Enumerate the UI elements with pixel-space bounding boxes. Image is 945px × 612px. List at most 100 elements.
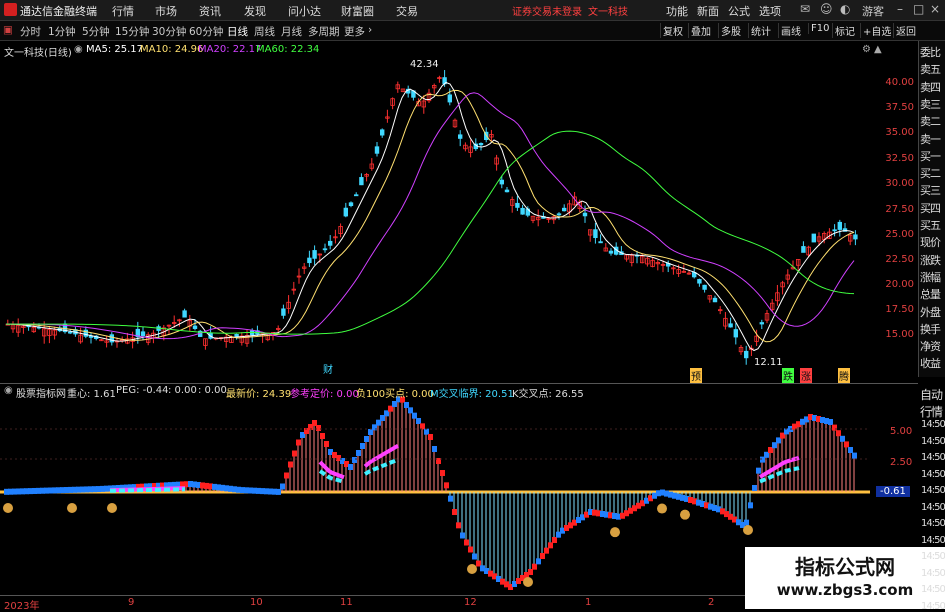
candle [728, 317, 733, 328]
osc-block [536, 558, 541, 565]
candle [177, 318, 182, 327]
quote-time-label: 14:50 [921, 551, 945, 562]
toolbar-f10[interactable]: F10 [808, 23, 831, 34]
price-tick: 22.50 [885, 254, 914, 265]
menu-wealth[interactable]: 财富圈 [341, 3, 374, 19]
candle [712, 295, 718, 303]
toolbar-stats[interactable]: 统计 [748, 23, 773, 38]
candle [203, 338, 208, 350]
toolbar-draw[interactable]: 画线 [778, 23, 803, 38]
osc-block [276, 488, 281, 495]
price-tick: 17.50 [885, 304, 914, 315]
candle [151, 330, 156, 344]
candle [645, 257, 650, 267]
period-multi[interactable]: 多周期 [308, 24, 340, 39]
legend-toggle-icon[interactable]: ◉ [74, 44, 83, 55]
chart-icon[interactable]: ▣ [3, 24, 13, 36]
candle [504, 186, 510, 193]
osc-block [296, 439, 301, 446]
menu-ask[interactable]: 问小达 [288, 3, 321, 19]
toolbar-overlay[interactable]: 叠加 [688, 23, 713, 38]
period-30min[interactable]: 30分钟 [152, 24, 186, 39]
candle [94, 335, 99, 341]
period-15min[interactable]: 15分钟 [115, 24, 149, 39]
menu-newpage[interactable]: 新面 [697, 3, 719, 19]
candle [530, 215, 536, 224]
menu-trade[interactable]: 交易 [396, 3, 418, 19]
osc-block [832, 424, 837, 431]
minimize-icon[interactable]: – [897, 2, 903, 16]
menu-quotes[interactable]: 行情 [112, 3, 134, 19]
candle [359, 173, 364, 186]
chevron-right-icon[interactable]: › [368, 24, 372, 36]
candle [301, 263, 307, 274]
time-tick: 2 [708, 597, 715, 608]
osc-block [744, 519, 749, 526]
candle [327, 235, 333, 250]
toolbar-multistock[interactable]: 多股 [718, 23, 743, 38]
menu-options[interactable]: 选项 [759, 3, 781, 19]
quote-label: 卖二 [920, 115, 941, 129]
moneybag-icon [467, 564, 477, 574]
candle [109, 332, 114, 346]
close-icon[interactable]: × [930, 2, 940, 16]
period-daily[interactable]: 日线 [227, 24, 248, 39]
time-tick: 9 [128, 597, 135, 608]
candle [385, 109, 390, 123]
candle [468, 139, 473, 158]
candle [671, 265, 676, 275]
quote-label: 买四 [920, 201, 941, 215]
price-tick: 32.50 [885, 153, 914, 164]
mail-icon[interactable]: ✉ [800, 2, 810, 16]
candle [218, 337, 224, 341]
menu-market[interactable]: 市场 [155, 3, 177, 19]
ma-line [6, 89, 855, 343]
toolbar-restore[interactable]: 复权 [660, 23, 685, 38]
osc-block [356, 450, 361, 456]
osc-block [420, 423, 425, 430]
kline-chart[interactable] [0, 41, 918, 383]
period-monthly[interactable]: 月线 [281, 24, 302, 39]
candle [811, 233, 816, 243]
period-1min[interactable]: 1分钟 [48, 24, 76, 39]
period-fenshi[interactable]: 分时 [20, 24, 41, 39]
menu-news[interactable]: 资讯 [199, 3, 221, 19]
toolbar-back[interactable]: 返回 [893, 23, 918, 38]
guest-label[interactable]: 游客 [862, 3, 884, 19]
maximize-icon[interactable]: □ [913, 2, 924, 16]
osc-block [404, 402, 409, 408]
candle [307, 250, 312, 268]
collapse-icon[interactable]: ▲ [874, 44, 882, 55]
osc-block [424, 428, 429, 435]
menu-function[interactable]: 功能 [666, 3, 688, 19]
osc-block [352, 457, 357, 463]
period-more[interactable]: 更多 [344, 24, 365, 39]
skin-icon[interactable]: ◐ [840, 2, 850, 16]
login-notice[interactable]: 证券交易未登录 [512, 3, 582, 18]
moneybag-icon [107, 503, 117, 513]
period-60min[interactable]: 60分钟 [189, 24, 223, 39]
low-price-label: 12.11 [754, 357, 783, 368]
quote-time-label: 14:50 [921, 485, 945, 496]
indicator-name: 股票指标网 [16, 389, 66, 400]
menu-discover[interactable]: 发现 [244, 3, 266, 19]
indicator-toggle-icon[interactable]: ◉ [4, 385, 13, 396]
price-tick: 37.50 [885, 102, 914, 113]
menu-formula[interactable]: 公式 [728, 3, 750, 19]
toolbar-mark[interactable]: 标记 [832, 23, 857, 38]
candle [390, 97, 395, 110]
osc-block [848, 447, 853, 453]
toolbar-add-fav[interactable]: +自选 [860, 23, 893, 38]
settings-gear-icon[interactable]: ⚙ [862, 44, 871, 55]
candle [759, 319, 764, 330]
candle [312, 245, 317, 265]
period-weekly[interactable]: 周线 [254, 24, 275, 39]
candle [10, 321, 16, 333]
marker-cai: 财 [323, 365, 333, 376]
candle [348, 201, 354, 208]
candle [697, 278, 702, 287]
osc-block [288, 461, 293, 468]
period-5min[interactable]: 5分钟 [82, 24, 110, 39]
osc-block [448, 495, 453, 502]
user-icon[interactable]: ☺ [820, 2, 833, 16]
